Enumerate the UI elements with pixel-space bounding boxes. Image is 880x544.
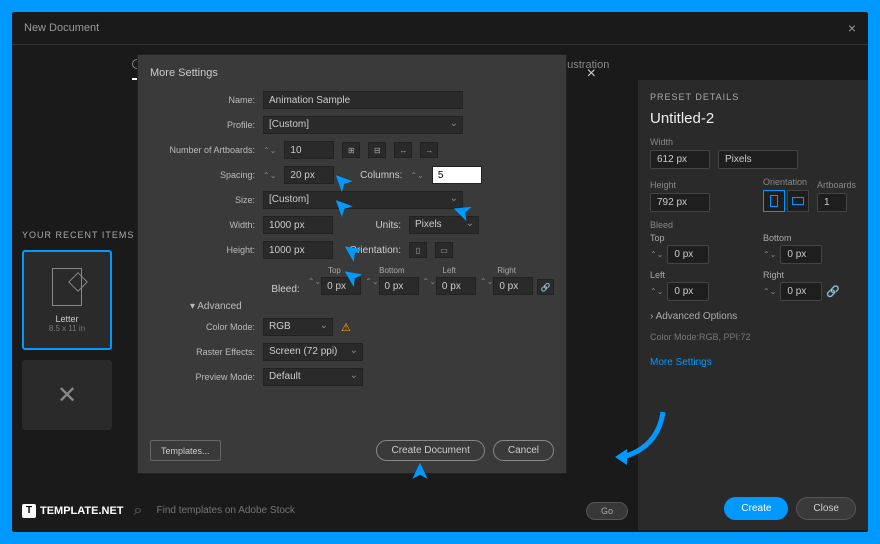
stepper-icon[interactable]: ⌃⌄	[650, 250, 663, 259]
preset-card-2[interactable]: ✕	[22, 360, 112, 430]
bleed-top-input[interactable]: 0 px	[667, 245, 709, 264]
more-settings-modal: More Settings × Name: Profile:[Custom] N…	[137, 54, 567, 474]
artboards-label: Artboards	[817, 180, 856, 190]
bleed-right-input[interactable]: 0 px	[780, 282, 822, 301]
size-select[interactable]: [Custom]	[263, 191, 463, 209]
modal-close-icon[interactable]: ×	[587, 65, 596, 83]
window-title: New Document	[24, 22, 99, 34]
bleed-left-label: Left	[650, 270, 743, 280]
search-input[interactable]	[152, 501, 576, 520]
bleed-top-input[interactable]	[321, 277, 361, 295]
more-settings-link[interactable]: More Settings	[650, 357, 856, 368]
go-button[interactable]: Go	[586, 502, 628, 520]
bleed-left-input[interactable]	[436, 277, 476, 295]
colormode-select[interactable]: RGB	[263, 318, 333, 336]
spacing-input[interactable]	[284, 166, 334, 184]
link-icon[interactable]: 🔗	[826, 285, 840, 298]
bleed-label: Bleed	[650, 220, 856, 230]
landscape-button[interactable]	[787, 190, 809, 212]
template-logo: TTEMPLATE.NET	[22, 504, 124, 518]
preset-dimensions: 8.5 x 11 in	[49, 324, 85, 333]
create-document-button[interactable]: Create Document	[376, 440, 484, 461]
annotation-arrow	[613, 407, 673, 467]
link-bleed-icon[interactable]: 🔗	[537, 279, 554, 295]
close-icon[interactable]: ×	[848, 20, 856, 36]
stepper-icon[interactable]: ⌃⌄	[763, 250, 776, 259]
orientation-label: Orientation	[763, 177, 809, 187]
columns-input[interactable]	[432, 166, 482, 184]
artboards-label: Number of Artboards:	[150, 145, 255, 155]
landscape-icon[interactable]: ▭	[435, 242, 453, 258]
bleed-label: Bleed:	[263, 284, 300, 295]
document-icon	[52, 268, 82, 306]
width-label: Width:	[150, 220, 255, 230]
profile-label: Profile:	[150, 120, 255, 130]
warning-icon: ⚠	[341, 321, 351, 334]
bleed-bottom-label: Bottom	[763, 233, 856, 243]
height-input[interactable]	[263, 241, 333, 259]
name-label: Name:	[150, 95, 255, 105]
artboards-input[interactable]: 1	[817, 193, 847, 212]
templates-button[interactable]: Templates...	[150, 440, 221, 461]
create-button[interactable]: Create	[724, 497, 788, 520]
color-mode-text: Color Mode:RGB, PPI:72	[650, 332, 856, 342]
bleed-top-label: Top	[650, 233, 743, 243]
orientation-label: Orientation:	[341, 245, 401, 256]
width-input[interactable]	[263, 216, 333, 234]
stepper-icon[interactable]: ⌃⌄	[650, 287, 663, 296]
cancel-button[interactable]: Cancel	[493, 440, 554, 461]
stepper-icon[interactable]: ⌃⌄	[763, 287, 776, 296]
portrait-icon[interactable]: ▯	[409, 242, 427, 258]
profile-select[interactable]: [Custom]	[263, 116, 463, 134]
unit-select[interactable]: Pixels	[718, 150, 798, 169]
bleed-right-label: Right	[763, 270, 856, 280]
close-button[interactable]: Close	[796, 497, 856, 520]
advanced-options-toggle[interactable]: › Advanced Options	[650, 311, 856, 322]
artboards-input[interactable]	[284, 141, 334, 159]
grid-by-row-icon[interactable]: ⊞	[342, 142, 360, 158]
advanced-toggle[interactable]: ▾ Advanced	[190, 301, 554, 312]
units-select[interactable]: Pixels	[409, 216, 479, 234]
bleed-bottom-input[interactable]: 0 px	[780, 245, 822, 264]
columns-label: Columns:	[342, 170, 402, 181]
raster-select[interactable]: Screen (72 ppi)	[263, 343, 363, 361]
preview-label: Preview Mode:	[150, 372, 255, 382]
spacing-label: Spacing:	[150, 170, 255, 180]
arrange-icon[interactable]: ↔	[394, 142, 412, 158]
units-label: Units:	[341, 220, 401, 231]
height-label: Height	[650, 180, 755, 190]
name-input[interactable]	[263, 91, 463, 109]
grid-by-col-icon[interactable]: ⊟	[368, 142, 386, 158]
colormode-label: Color Mode:	[150, 322, 255, 332]
document-name[interactable]: Untitled-2	[650, 110, 856, 127]
bleed-bottom-input[interactable]	[379, 277, 419, 295]
search-icon: ⌕	[134, 502, 143, 520]
portrait-button[interactable]	[763, 190, 785, 212]
preset-details-header: PRESET DETAILS	[650, 92, 856, 102]
preset-name: Letter	[55, 314, 78, 324]
preview-select[interactable]: Default	[263, 368, 363, 386]
modal-title: More Settings	[150, 67, 554, 79]
height-label: Height:	[150, 245, 255, 255]
bleed-right-input[interactable]	[493, 277, 533, 295]
arrange-rtl-icon[interactable]: →	[420, 142, 438, 158]
size-label: Size:	[150, 195, 255, 205]
titlebar: New Document ×	[12, 12, 868, 45]
width-input[interactable]: 612 px	[650, 150, 710, 169]
preset-card-letter[interactable]: Letter 8.5 x 11 in	[22, 250, 112, 350]
height-input[interactable]: 792 px	[650, 193, 710, 212]
width-label: Width	[650, 137, 856, 147]
bleed-left-input[interactable]: 0 px	[667, 282, 709, 301]
bleed-left-label: Left	[443, 266, 456, 275]
bleed-right-label: Right	[497, 266, 516, 275]
raster-label: Raster Effects:	[150, 347, 255, 357]
x-icon: ✕	[57, 381, 77, 410]
bleed-top-label: Top	[328, 266, 341, 275]
bleed-bottom-label: Bottom	[379, 266, 404, 275]
